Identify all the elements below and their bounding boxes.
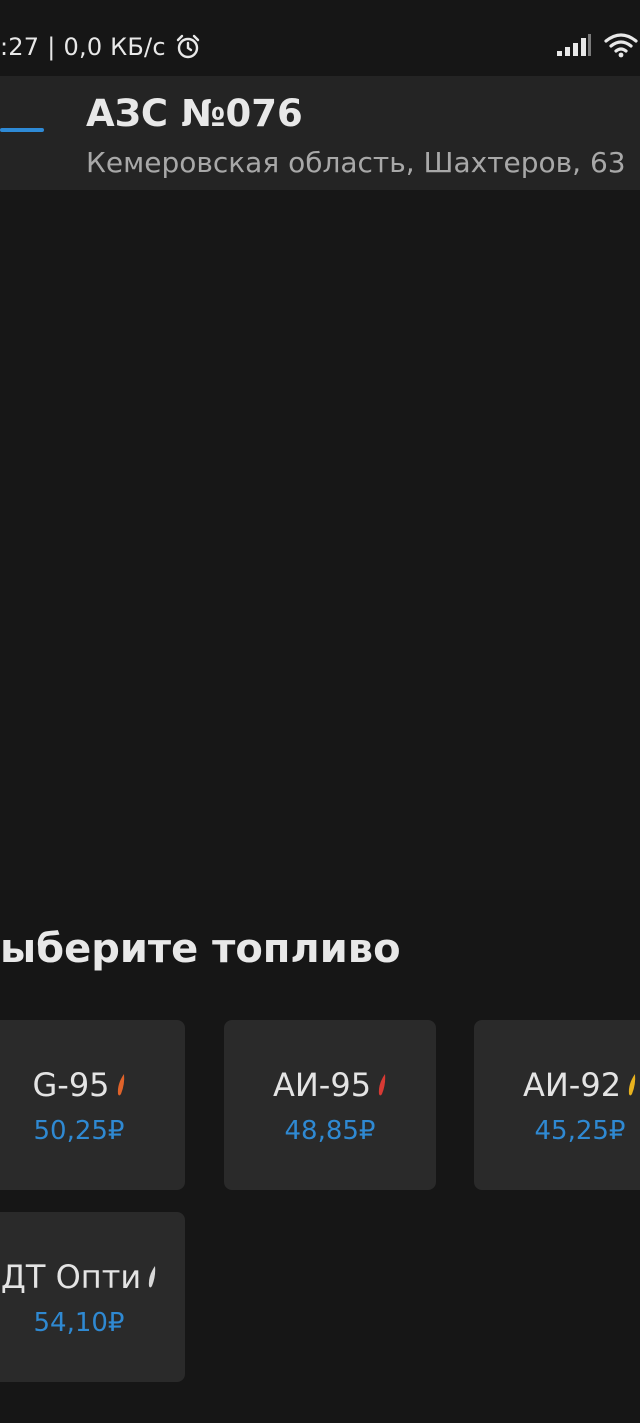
fuel-name: АИ-95 [272, 1066, 372, 1104]
fuel-drop-icon [627, 1072, 637, 1098]
wifi-icon [604, 32, 638, 62]
station-address: Кемеровская область, Шахтеров, 63 [86, 146, 626, 179]
fuel-name-row: G-95 [0, 1066, 185, 1104]
status-left: :27 | 0,0 КБ/с [0, 30, 202, 64]
back-arrow-icon [0, 128, 44, 132]
status-net-speed: 0,0 КБ/с [63, 33, 166, 61]
fuel-drop-icon [377, 1072, 387, 1098]
map-area[interactable] [0, 190, 640, 890]
station-title: АЗС №076 [86, 92, 303, 135]
fuel-name-row: ДТ Опти [0, 1258, 185, 1296]
status-bar: :27 | 0,0 КБ/с [0, 0, 640, 76]
fuel-price: 48,85₽ [284, 1116, 376, 1146]
fuel-section-title: ыберите топливо [0, 926, 401, 972]
fuel-name: АИ-92 [522, 1066, 622, 1104]
status-time: :27 [0, 33, 40, 61]
fuel-name-row: АИ-95 [224, 1066, 436, 1104]
signal-icon [556, 33, 592, 61]
back-button[interactable] [0, 76, 72, 190]
status-right [556, 32, 638, 62]
fuel-card-dt-opti[interactable]: ДТ Опти 54,10₽ [0, 1212, 185, 1382]
fuel-name: ДТ Опти [0, 1258, 142, 1296]
fuel-name-row: АИ-92 [474, 1066, 640, 1104]
status-separator: | [47, 33, 56, 61]
fuel-price: 45,25₽ [534, 1116, 626, 1146]
fuel-card-g95[interactable]: G-95 50,25₽ [0, 1020, 185, 1190]
fuel-price: 50,25₽ [33, 1116, 125, 1146]
fuel-price: 54,10₽ [33, 1308, 125, 1338]
screen: :27 | 0,0 КБ/с АЗС №076 Кемеровская обла… [0, 0, 640, 1423]
fuel-name: G-95 [32, 1066, 110, 1104]
fuel-card-ai92[interactable]: АИ-92 45,25₽ [474, 1020, 640, 1190]
fuel-drop-icon [116, 1072, 126, 1098]
fuel-card-ai95[interactable]: АИ-95 48,85₽ [224, 1020, 436, 1190]
station-header: АЗС №076 Кемеровская область, Шахтеров, … [0, 76, 640, 190]
fuel-drop-icon [147, 1264, 157, 1290]
alarm-icon [174, 33, 202, 61]
